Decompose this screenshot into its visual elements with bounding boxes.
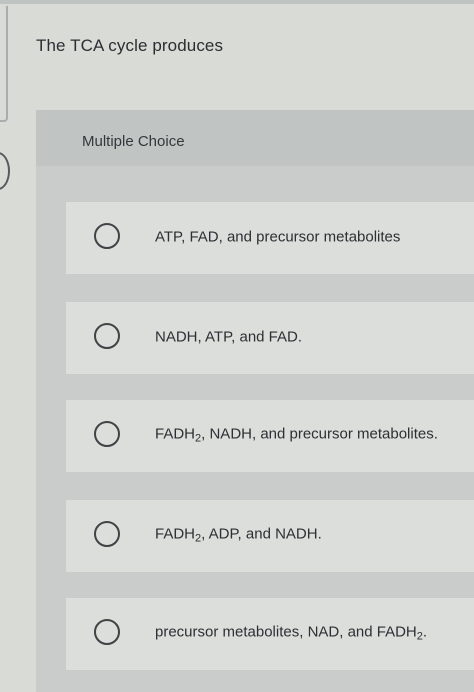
radio-button-icon[interactable]	[94, 223, 120, 249]
answer-option-label: NADH, ATP, and FAD.	[155, 328, 303, 346]
multiple-choice-panel: Multiple Choice ATP, FAD, and precursor …	[36, 110, 474, 692]
left-frame-bracket	[0, 6, 8, 122]
answer-option-label: FADH2, NADH, and precursor metabolites.	[155, 425, 438, 445]
answer-option-4[interactable]: FADH2, ADP, and NADH.	[66, 500, 474, 572]
answer-option-3[interactable]: FADH2, NADH, and precursor metabolites.	[66, 400, 474, 472]
question-text: The TCA cycle produces	[36, 36, 224, 55]
top-edge-divider	[0, 0, 474, 4]
answer-option-label: FADH2, ADP, and NADH.	[155, 525, 322, 545]
answer-option-label: precursor metabolites, NAD, and FADH2.	[155, 623, 428, 643]
answer-option-1[interactable]: ATP, FAD, and precursor metabolites	[66, 202, 474, 274]
panel-header: Multiple Choice	[36, 110, 474, 166]
radio-button-icon[interactable]	[94, 421, 120, 447]
left-edge-arc	[0, 152, 10, 190]
answer-option-2[interactable]: NADH, ATP, and FAD.	[66, 302, 474, 374]
answer-option-5[interactable]: precursor metabolites, NAD, and FADH2.	[66, 598, 474, 670]
radio-button-icon[interactable]	[94, 619, 120, 645]
answer-option-label: ATP, FAD, and precursor metabolites	[155, 228, 401, 246]
radio-button-icon[interactable]	[94, 521, 120, 547]
radio-button-icon[interactable]	[94, 323, 120, 349]
panel-title: Multiple Choice	[82, 133, 185, 150]
